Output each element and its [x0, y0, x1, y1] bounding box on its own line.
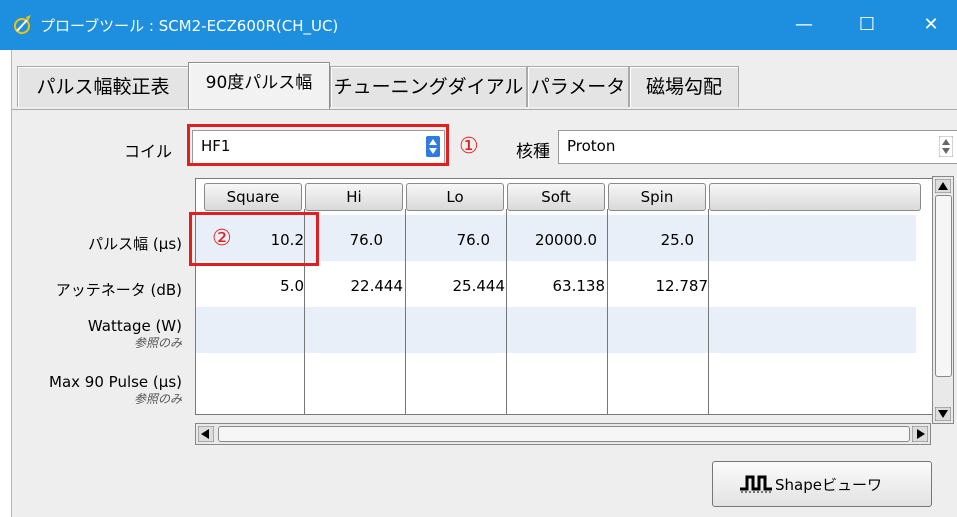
window-title: プローブツール : SCM2-ECZ600R(CH_UC)	[40, 17, 339, 35]
close-button[interactable]: ✕	[908, 0, 954, 50]
nucleus-label: 核種	[516, 142, 550, 162]
tab-tuning-dial[interactable]: チューニングダイアル	[330, 66, 527, 107]
scroll-up-icon[interactable]	[935, 179, 951, 193]
row-label-pulse-width: パルス幅 (μs)	[12, 233, 182, 254]
coil-label: コイル	[124, 142, 173, 161]
column-divider	[708, 209, 709, 414]
row-label-max90: Max 90 Pulse (μs) 参照のみ	[12, 374, 182, 408]
row-label-text: Wattage (W)	[87, 317, 182, 335]
scroll-down-icon[interactable]	[935, 407, 951, 421]
vertical-scrollbar[interactable]	[932, 176, 954, 424]
horizontal-scrollbar[interactable]	[195, 423, 931, 445]
callout-box-1	[187, 124, 449, 166]
row-label-text: Max 90 Pulse (μs)	[49, 373, 182, 391]
cell-spin-attenuator[interactable]: 12.787	[608, 277, 709, 295]
row-label-text: パルス幅 (μs)	[88, 235, 182, 253]
tab-parameters[interactable]: パラメータ	[527, 66, 629, 107]
tab-90-pulse-width[interactable]: 90度パルス幅	[188, 62, 330, 109]
nucleus-value: Proton	[567, 137, 616, 155]
callout-box-2	[189, 212, 319, 266]
cell-soft-attenuator[interactable]: 63.138	[507, 277, 606, 295]
title-bar: プローブツール : SCM2-ECZ600R(CH_UC) — ☐ ✕	[0, 0, 957, 50]
tab-pulse-calibration[interactable]: パルス幅較正表	[17, 66, 189, 107]
probe-tool-icon	[14, 15, 31, 34]
column-header-hi[interactable]: Hi	[305, 183, 403, 211]
cell-soft-pulse[interactable]: 20000.0	[507, 231, 597, 249]
tab-field-gradient[interactable]: 磁場勾配	[629, 66, 739, 107]
row-label-sub: 参照のみ	[133, 392, 182, 406]
row-label-wattage: Wattage (W) 参照のみ	[12, 318, 182, 352]
callout-number-1: ①	[459, 134, 479, 159]
row-label-sub: 参照のみ	[133, 336, 182, 350]
horizontal-scroll-thumb[interactable]	[218, 426, 910, 442]
cell-spin-pulse[interactable]: 25.0	[608, 231, 694, 249]
vertical-scroll-thumb[interactable]	[935, 195, 952, 377]
main-panel: パルス幅較正表 90度パルス幅 チューニングダイアル パラメータ 磁場勾配 コイ…	[11, 50, 957, 517]
shape-viewer-button[interactable]: Shapeビューワ	[712, 461, 932, 507]
column-header-soft[interactable]: Soft	[507, 183, 605, 211]
shape-viewer-label: Shapeビューワ	[775, 476, 882, 494]
cell-hi-attenuator[interactable]: 22.444	[305, 277, 404, 295]
column-header-square[interactable]: Square	[204, 183, 302, 211]
cell-lo-pulse[interactable]: 76.0	[406, 231, 490, 249]
column-header-lo[interactable]: Lo	[406, 183, 504, 211]
callout-number-2: ②	[212, 226, 232, 251]
cell-square-attenuator[interactable]: 5.0	[204, 277, 304, 295]
maximize-button[interactable]: ☐	[844, 0, 890, 50]
minimize-button[interactable]: —	[781, 0, 827, 50]
scroll-left-icon[interactable]	[198, 426, 214, 442]
column-header-empty	[709, 183, 921, 211]
row-label-attenuator: アッテネータ (dB)	[12, 279, 182, 300]
scroll-right-icon[interactable]	[912, 426, 928, 442]
pulse-shape-icon	[740, 475, 772, 493]
tab-divider	[12, 109, 957, 110]
row-label-text: アッテネータ (dB)	[55, 281, 182, 299]
column-header-spin[interactable]: Spin	[608, 183, 706, 211]
nucleus-select[interactable]: Proton	[558, 130, 957, 164]
spinner-arrows-icon	[939, 136, 953, 157]
cell-lo-attenuator[interactable]: 25.444	[406, 277, 506, 295]
